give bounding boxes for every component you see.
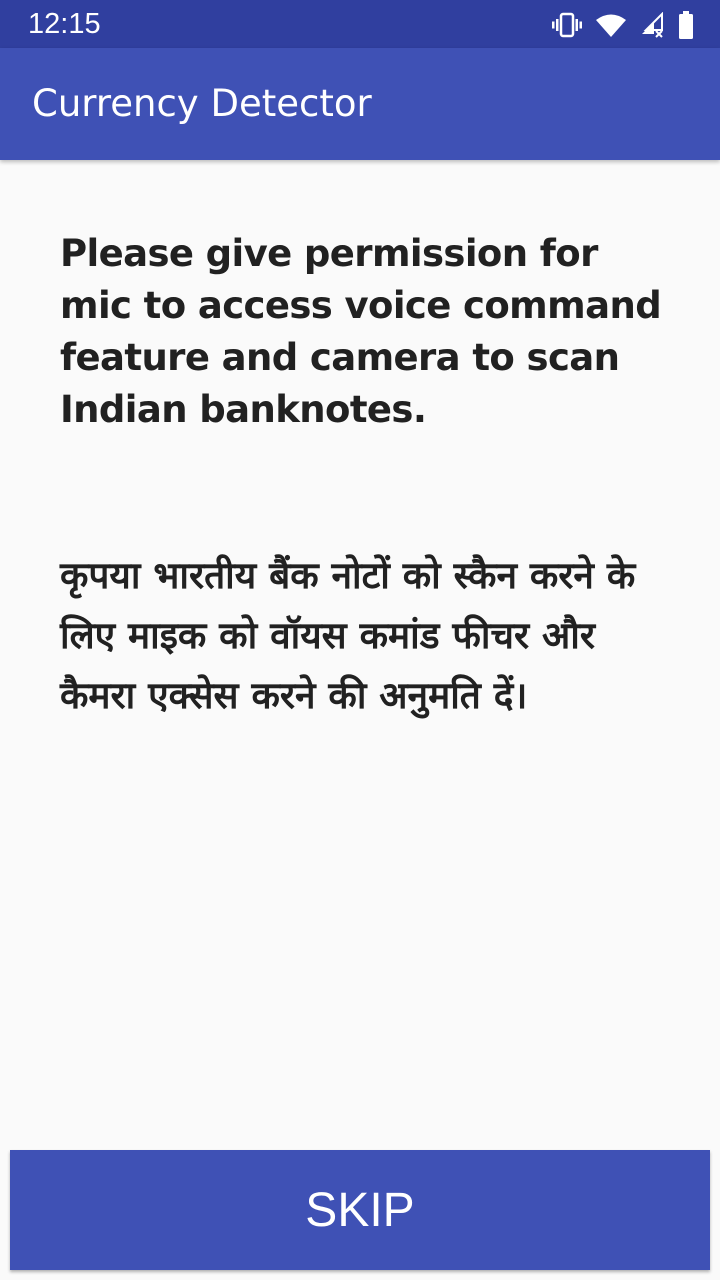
status-bar: 12:15 [0,0,720,48]
app-title: Currency Detector [32,82,372,125]
status-time: 12:15 [28,8,101,40]
wifi-icon [596,13,626,37]
status-icons [552,10,694,40]
permission-message-english: Please give permission for mic to access… [60,232,662,431]
cellular-signal-icon [640,12,664,38]
battery-icon [678,11,694,39]
vibrate-icon [552,12,582,38]
skip-button[interactable]: SKIP [10,1150,710,1270]
permission-content: Please give permission for mic to access… [60,228,680,726]
app-bar: Currency Detector [0,48,720,160]
permission-message-hindi: कृपया भारतीय बैंक नोटों को स्कैन करने के… [60,554,636,717]
